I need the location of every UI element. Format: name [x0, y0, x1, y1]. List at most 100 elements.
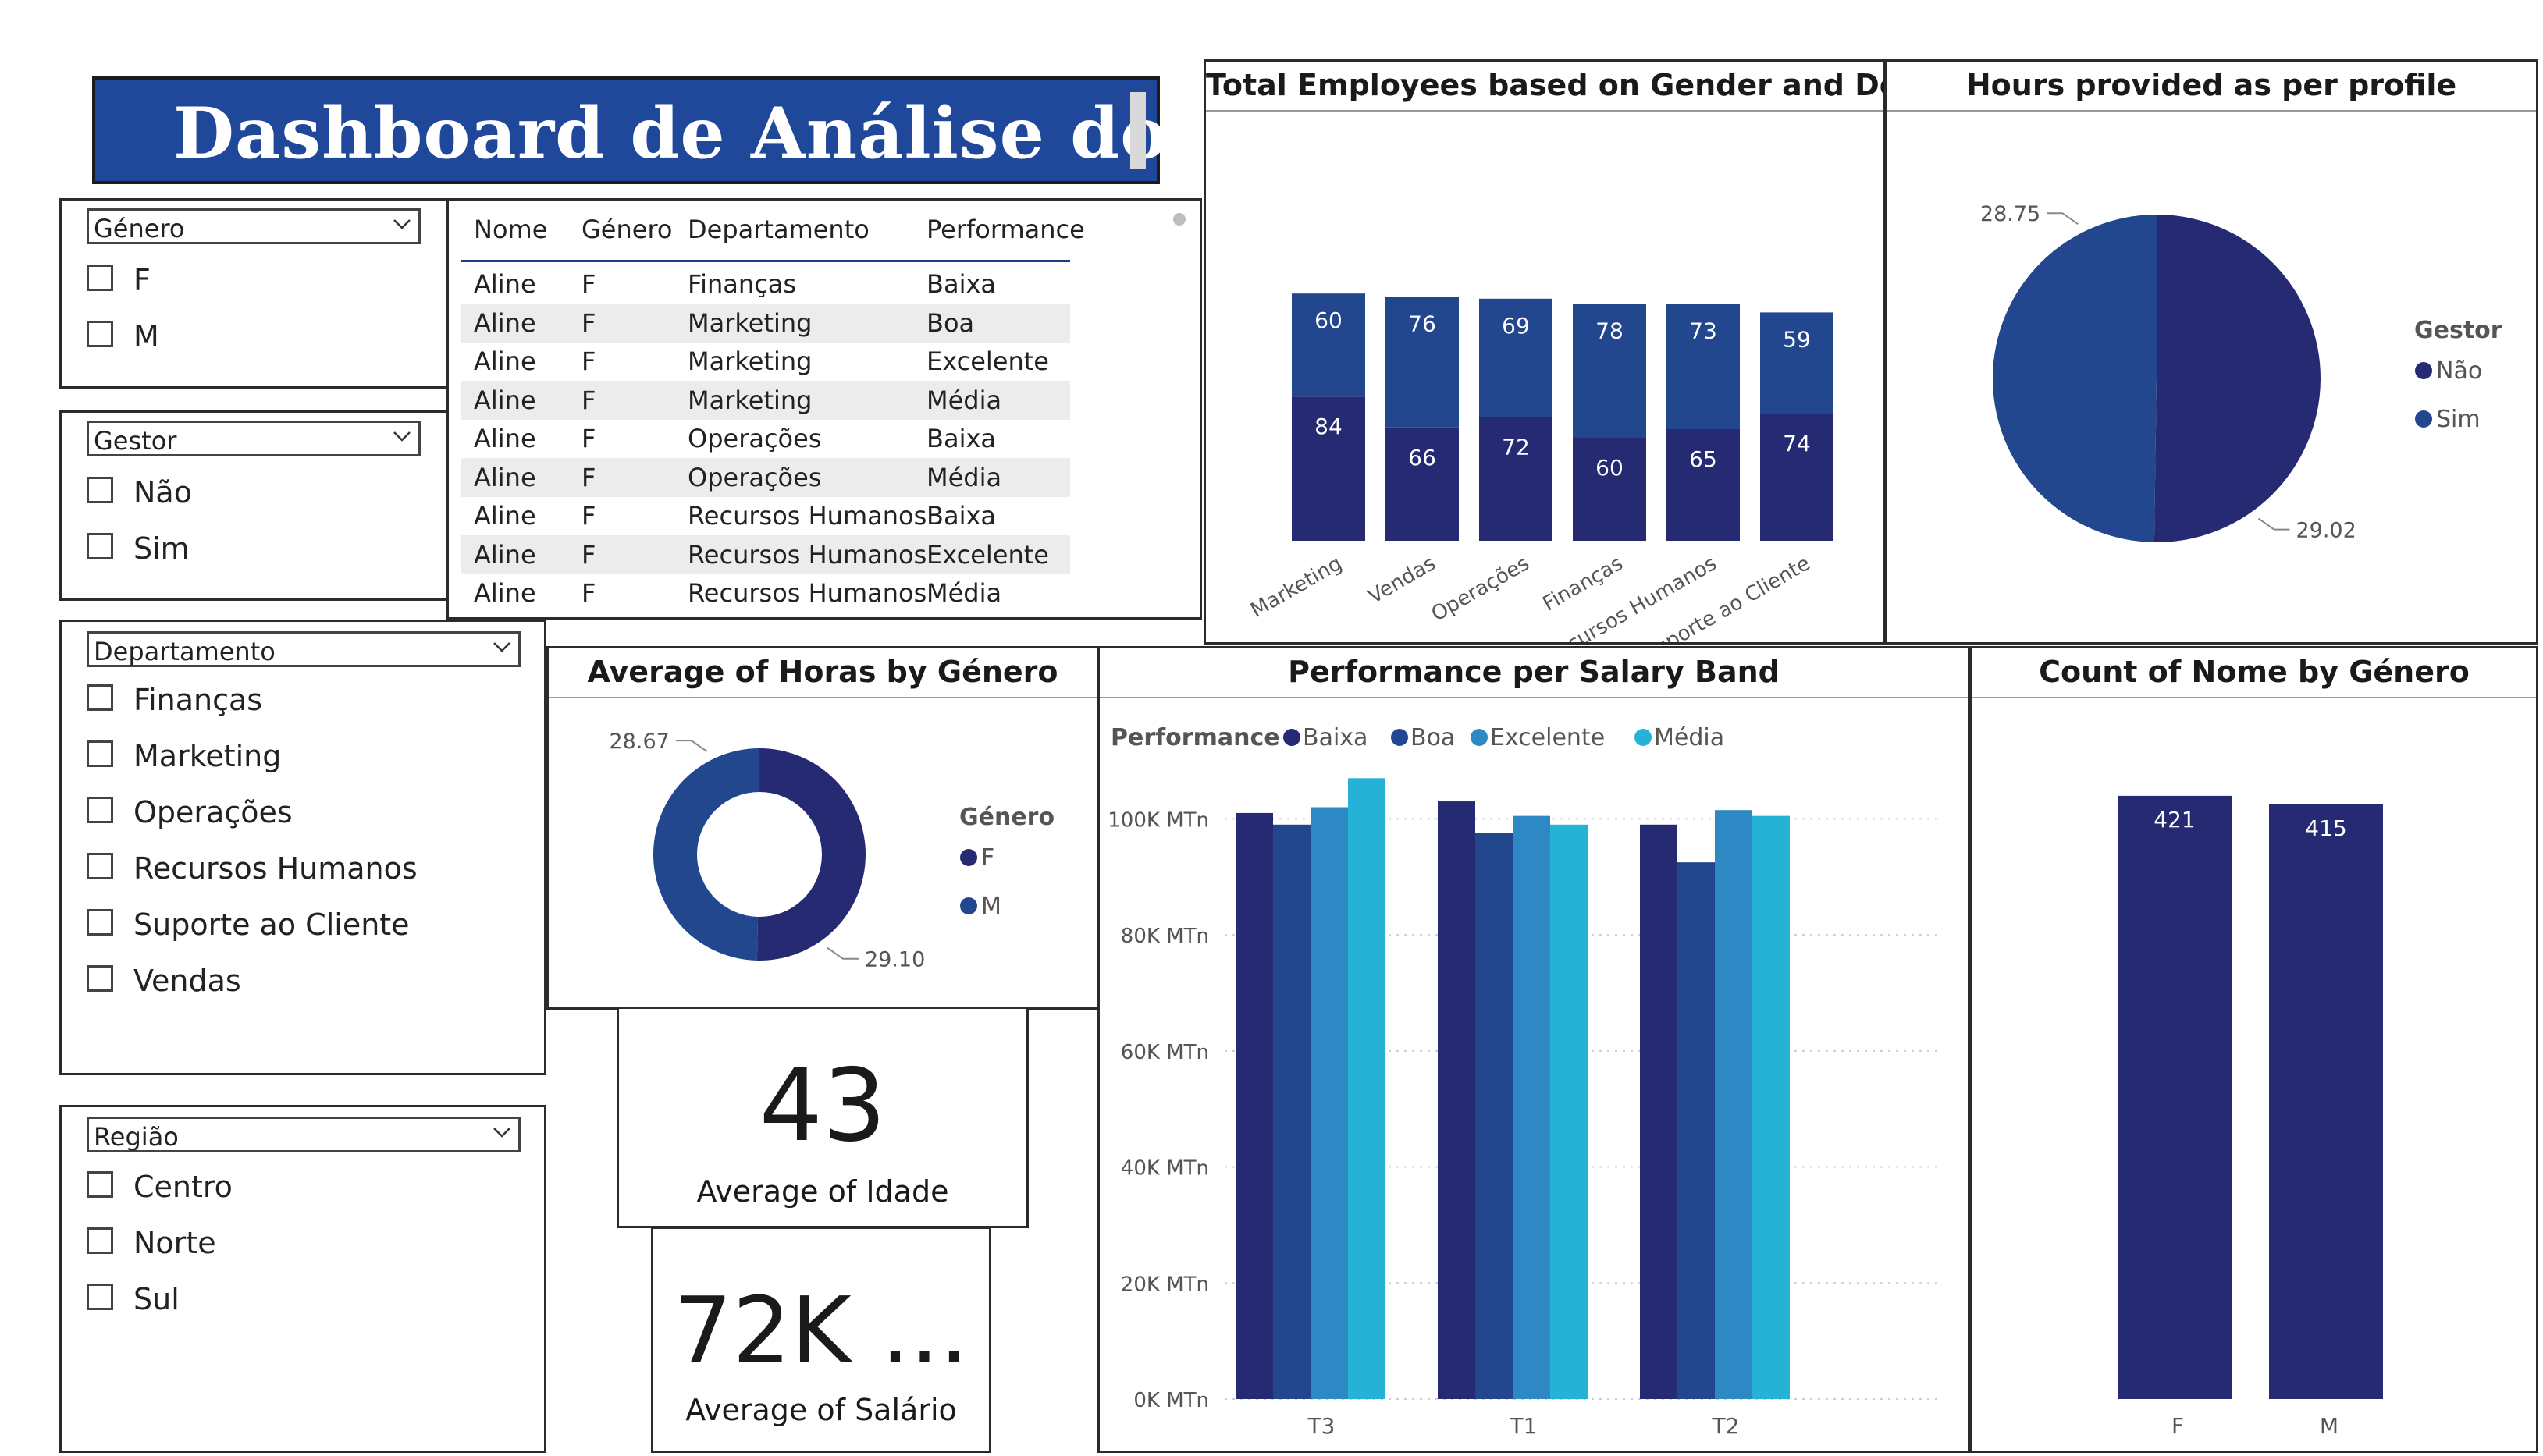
cell-genero: F — [582, 385, 596, 415]
cell-performance: Baixa — [927, 269, 996, 299]
cell-performance: Baixa — [927, 501, 996, 531]
slicer-regiao-dropdown[interactable]: Região — [87, 1117, 521, 1152]
chevron-down-icon — [393, 219, 411, 229]
table-row[interactable]: Aline F Marketing Média — [461, 380, 1070, 420]
checkbox[interactable] — [87, 265, 113, 291]
checkbox[interactable] — [87, 684, 113, 711]
option-label: Sim — [133, 531, 190, 566]
legend-marker — [2415, 410, 2432, 428]
checkbox[interactable] — [87, 1227, 113, 1254]
checkbox[interactable] — [87, 477, 113, 503]
legend-label: Não — [2436, 357, 2482, 385]
bar — [1438, 801, 1475, 1399]
table-row[interactable]: Aline F Marketing Boa — [461, 303, 1070, 343]
pie-slice — [2154, 215, 2321, 542]
leader-line — [2257, 517, 2290, 531]
card-value: 72K ... — [674, 1277, 969, 1384]
legend-marker — [2415, 362, 2432, 379]
category-label: T3 — [1307, 1413, 1336, 1439]
category-label: Vendas — [1364, 552, 1440, 609]
y-tick-label: 60K MTn — [1121, 1041, 1209, 1064]
table-row[interactable]: Aline F Operações Baixa — [461, 419, 1070, 458]
slicer-departamento-dropdown[interactable]: Departamento — [87, 631, 521, 667]
table-row[interactable]: Aline F Marketing Excelente — [461, 342, 1070, 381]
y-tick-label: 0K MTn — [1133, 1389, 1209, 1412]
column-header-departamento[interactable]: Departamento — [688, 215, 870, 244]
slicer-regiao: Região Centro Norte Sul — [59, 1105, 546, 1453]
legend-marker — [960, 849, 977, 866]
checkbox[interactable] — [87, 321, 113, 347]
bar — [1677, 862, 1715, 1399]
chart-performance-salary-band: Performance per Salary Band Performance B… — [1097, 646, 1970, 1453]
data-label: 59 — [1783, 326, 1811, 352]
table-row[interactable]: Aline F Recursos Humanos Média — [461, 574, 1070, 613]
chart-title: Total Employees based on Gender and Dept… — [1206, 62, 1961, 112]
checkbox[interactable] — [87, 1284, 113, 1310]
legend-marker — [1391, 729, 1408, 746]
data-label: 76 — [1408, 311, 1436, 337]
checkbox[interactable] — [87, 965, 113, 992]
slicer-regiao-label: Região — [94, 1122, 179, 1152]
slicer-gestor-dropdown[interactable]: Gestor — [87, 421, 421, 456]
legend-marker — [1471, 729, 1488, 746]
cell-departamento: Recursos Humanos — [688, 578, 927, 608]
checkbox[interactable] — [87, 533, 113, 559]
table-row[interactable]: Aline F Finanças Baixa — [461, 265, 1070, 304]
cell-genero: F — [582, 346, 596, 376]
checkbox[interactable] — [87, 909, 113, 936]
checkbox[interactable] — [87, 1171, 113, 1198]
column-header-nome[interactable]: Nome — [474, 215, 547, 244]
data-label: 60 — [1314, 307, 1343, 333]
table-row[interactable]: Aline F Recursos Humanos Baixa — [461, 496, 1070, 535]
category-label: M — [2320, 1413, 2338, 1439]
column-header-performance[interactable]: Performance — [927, 215, 1085, 244]
stacked-bar-chart: 84 60 Marketing 66 76 Vendas 72 69 Operações 60 78… — [1247, 293, 1833, 642]
checkbox[interactable] — [87, 740, 113, 767]
data-label: 73 — [1689, 318, 1717, 343]
column-header-genero[interactable]: Género — [582, 215, 672, 244]
option-label: Recursos Humanos — [133, 851, 418, 886]
data-label: 421 — [2154, 807, 2195, 833]
cell-genero: F — [582, 501, 596, 531]
slicer-gestor: Gestor Não Sim — [59, 410, 456, 601]
legend-marker — [960, 897, 977, 914]
chart-title: Performance per Salary Band — [1100, 648, 1968, 698]
data-label: 78 — [1595, 318, 1624, 343]
legend-label: Baixa — [1303, 724, 1368, 751]
cell-departamento: Marketing — [688, 385, 813, 415]
cell-nome: Aline — [474, 385, 536, 415]
table-row[interactable]: Aline F Operações Média — [461, 457, 1070, 497]
slicer-genero-dropdown[interactable]: Género — [87, 208, 421, 244]
cell-performance: Média — [927, 462, 1002, 492]
category-label: T1 — [1510, 1413, 1538, 1439]
cell-nome: Aline — [474, 346, 536, 376]
chart-hours-per-profile: Hours provided as per profile 29.02 28.75… — [1884, 59, 2538, 645]
clustered-bar-chart: Performance Baixa Boa Excelente Média 0K MTn 2… — [1108, 724, 1943, 1439]
y-tick-label: 80K MTn — [1121, 925, 1209, 948]
cell-departamento: Recursos Humanos — [688, 539, 927, 570]
legend-title: Gestor — [2414, 317, 2502, 344]
bar — [1311, 807, 1348, 1399]
chevron-down-icon — [493, 642, 510, 652]
scrollbar-thumb[interactable] — [1173, 213, 1186, 226]
cell-departamento: Operações — [688, 462, 822, 492]
data-label: 415 — [2305, 815, 2346, 841]
chevron-down-icon — [393, 431, 411, 442]
chart-title: Count of Nome by Género — [1972, 648, 2536, 698]
pie-chart: 29.02 28.75 Gestor Não Sim — [1980, 202, 2502, 542]
chart-horas-by-genero: Average of Horas by Género 29.10 28.67 Gén… — [546, 646, 1099, 1010]
option-label: Não — [133, 475, 192, 510]
category-label: Marketing — [1247, 552, 1346, 623]
cell-departamento: Recursos Humanos — [688, 501, 927, 531]
table-row[interactable]: Aline F Recursos Humanos Excelente — [461, 534, 1070, 574]
slicer-departamento-label: Departamento — [94, 637, 276, 666]
cell-genero: F — [582, 269, 596, 299]
card-average-idade: 43 Average of Idade — [617, 1007, 1029, 1228]
leader-line — [827, 946, 859, 960]
cell-nome: Aline — [474, 462, 536, 492]
checkbox[interactable] — [87, 797, 113, 823]
checkbox[interactable] — [87, 853, 113, 879]
employee-table: Nome Género Departamento Performance Ali… — [446, 198, 1202, 620]
cell-departamento: Marketing — [688, 346, 813, 376]
donut-chart: 29.10 28.67 Género FM — [610, 730, 1055, 972]
